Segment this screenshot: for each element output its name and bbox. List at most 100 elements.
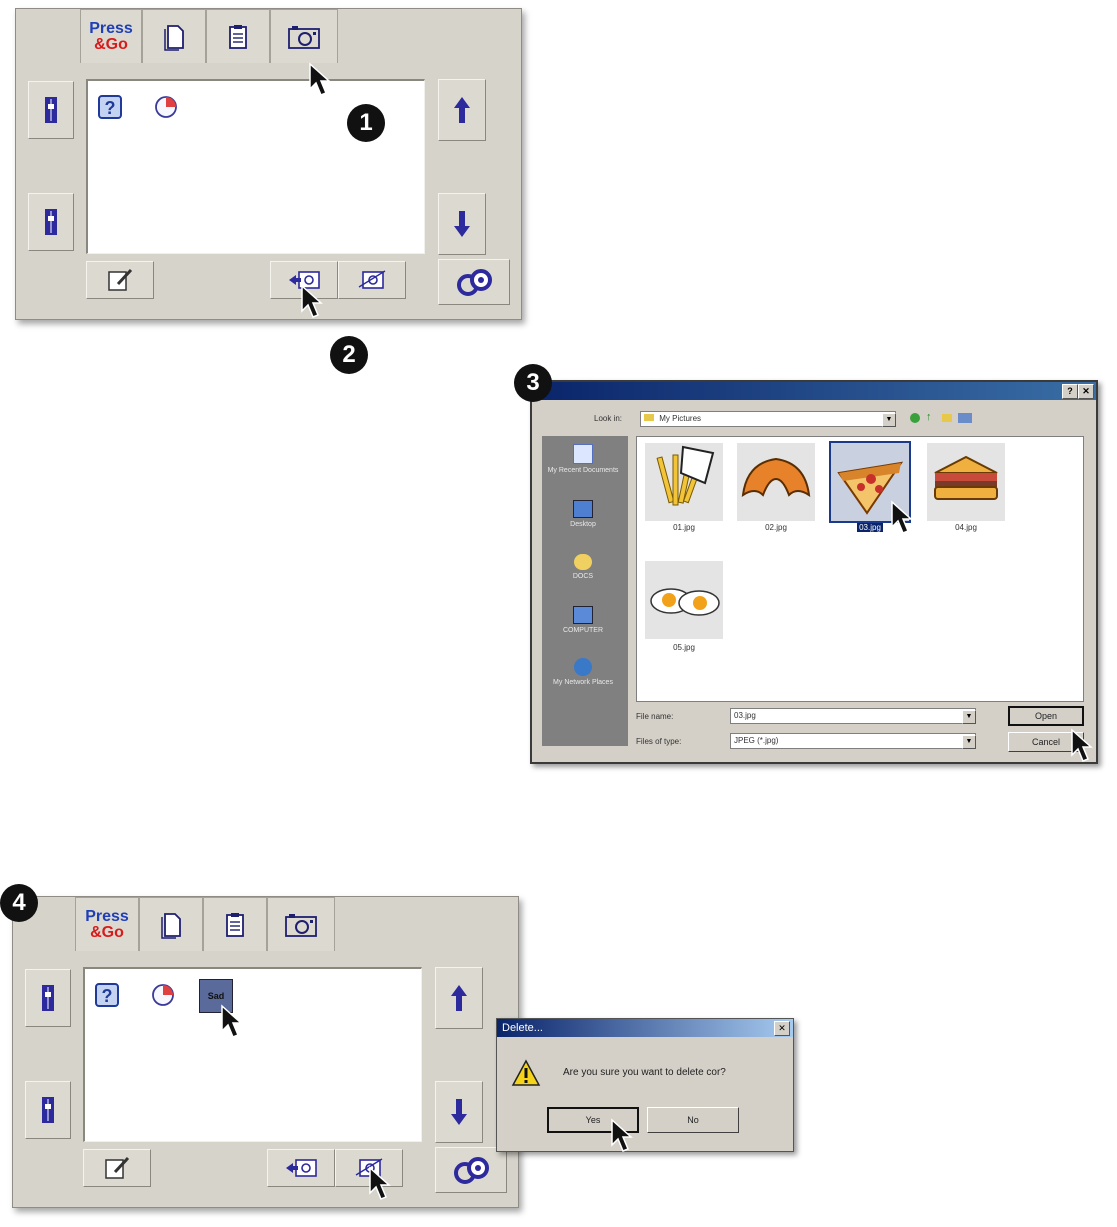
clipboard-icon <box>223 911 247 939</box>
file-type-label: Files of type: <box>636 737 682 746</box>
tab-document[interactable] <box>142 9 206 63</box>
places-bar: My Recent Documents Desktop DOCS COMPUTE… <box>542 436 628 746</box>
settings-icon <box>454 266 494 298</box>
open-file-dialog: ? ✕ Look in: My Pictures ▼ ↑ My Recent D… <box>530 380 1098 764</box>
settings-icon <box>451 1154 491 1186</box>
tab-pictures[interactable] <box>270 9 338 63</box>
up-folder-icon[interactable]: ↑ <box>926 411 932 423</box>
logo-tab[interactable]: Press &Go <box>80 9 142 63</box>
computer-icon <box>573 606 593 624</box>
arrow-down-icon <box>449 1097 469 1127</box>
file-name-input[interactable]: 03.jpg <box>730 708 976 724</box>
arrow-down-icon <box>452 209 472 239</box>
logo-press: Press <box>85 908 129 926</box>
close-title-button[interactable]: ✕ <box>774 1021 790 1036</box>
place-computer[interactable]: COMPUTER <box>542 606 624 634</box>
scroll-top-icon <box>41 95 61 125</box>
edit-icon <box>102 1155 132 1181</box>
no-button[interactable]: No <box>647 1107 739 1133</box>
look-in-label: Look in: <box>594 414 623 423</box>
file-thumbnail-area[interactable]: 01.jpg 02.jpg 03.jpg 04.jpg 05.jpg <box>636 436 1084 702</box>
settings-button[interactable] <box>435 1147 507 1193</box>
file-thumb-04[interactable] <box>927 443 1005 521</box>
close-title-button[interactable]: ✕ <box>1078 384 1094 399</box>
new-folder-icon[interactable] <box>942 414 952 422</box>
file-thumb-01[interactable] <box>645 443 723 521</box>
look-in-select[interactable]: My Pictures <box>640 411 896 427</box>
document-icon <box>162 23 186 51</box>
file-type-select[interactable]: JPEG (*.jpg) <box>730 733 976 749</box>
tab-clipboard[interactable] <box>206 9 270 63</box>
clock-clip[interactable] <box>150 91 182 123</box>
help-icon <box>95 92 125 122</box>
desktop-icon <box>573 500 593 518</box>
edit-button[interactable] <box>83 1149 151 1187</box>
file-name-label: File name: <box>636 712 674 721</box>
delete-picture-icon <box>355 267 389 293</box>
dialog-title-bar: ? ✕ <box>532 382 1096 400</box>
scroll-bottom-button[interactable] <box>25 1081 71 1139</box>
delete-dialog-title: Delete... ✕ <box>497 1019 793 1037</box>
logo-tab[interactable]: Press &Go <box>75 897 139 951</box>
edit-button[interactable] <box>86 261 154 299</box>
cursor-pointer-1 <box>308 62 332 98</box>
up-button[interactable] <box>435 967 483 1029</box>
delete-picture-button[interactable] <box>338 261 406 299</box>
file-name-dropdown-button[interactable]: ▼ <box>962 710 976 724</box>
scroll-bottom-icon <box>41 207 61 237</box>
tab-clipboard[interactable] <box>203 897 267 951</box>
look-in-dropdown-button[interactable]: ▼ <box>882 413 896 427</box>
down-button[interactable] <box>438 193 486 255</box>
file-thumb-02[interactable] <box>737 443 815 521</box>
scroll-top-button[interactable] <box>28 81 74 139</box>
clip-list[interactable]: Sad <box>83 967 422 1142</box>
cursor-pointer-4b <box>368 1166 392 1202</box>
network-icon <box>574 658 592 676</box>
tab-document[interactable] <box>139 897 203 951</box>
document-icon <box>159 911 183 939</box>
view-menu-icon[interactable] <box>958 413 972 423</box>
press-go-panel-step4: Press &Go Sad <box>12 896 519 1208</box>
camera-icon <box>284 911 318 939</box>
file-type-dropdown-button[interactable]: ▼ <box>962 735 976 749</box>
press-go-panel-step1: Press &Go <box>15 8 522 320</box>
file-label-04: 04.jpg <box>955 523 977 532</box>
scroll-top-button[interactable] <box>25 969 71 1027</box>
help-clip[interactable] <box>91 979 123 1011</box>
place-network[interactable]: My Network Places <box>542 658 624 686</box>
delete-confirm-dialog: Delete... ✕ Are you sure you want to del… <box>496 1018 794 1152</box>
scroll-bottom-button[interactable] <box>28 193 74 251</box>
folder-icon <box>644 414 654 421</box>
help-title-button[interactable]: ? <box>1062 384 1078 399</box>
back-icon[interactable] <box>910 413 920 423</box>
logo-go: &Go <box>90 923 124 941</box>
edit-icon <box>105 267 135 293</box>
clock-clip[interactable] <box>147 979 179 1011</box>
file-label-02: 02.jpg <box>765 523 787 532</box>
help-clip[interactable] <box>94 91 126 123</box>
logo-go: &Go <box>94 35 128 53</box>
step-badge-4: 4 <box>0 884 38 922</box>
file-thumb-05[interactable] <box>645 561 723 639</box>
open-button[interactable]: Open <box>1008 706 1084 726</box>
tab-pictures[interactable] <box>267 897 335 951</box>
place-desktop[interactable]: Desktop <box>542 500 624 528</box>
down-button[interactable] <box>435 1081 483 1143</box>
clock-icon <box>151 92 181 122</box>
place-recent[interactable]: My Recent Documents <box>542 444 624 474</box>
recent-docs-icon <box>573 444 593 464</box>
arrow-up-icon <box>452 95 472 125</box>
help-icon <box>92 980 122 1010</box>
scroll-bottom-icon <box>38 1095 58 1125</box>
croissant-image <box>737 443 815 521</box>
logo-press: Press <box>89 20 133 38</box>
look-in-value: My Pictures <box>659 414 702 423</box>
place-docs[interactable]: DOCS <box>542 554 624 580</box>
up-button[interactable] <box>438 79 486 141</box>
settings-button[interactable] <box>438 259 510 305</box>
cursor-pointer-4a <box>220 1004 244 1040</box>
picture-clip-label: Sad <box>207 991 225 1001</box>
sandwich-image <box>927 443 1005 521</box>
scroll-top-icon <box>38 983 58 1013</box>
import-picture-button[interactable] <box>267 1149 335 1187</box>
